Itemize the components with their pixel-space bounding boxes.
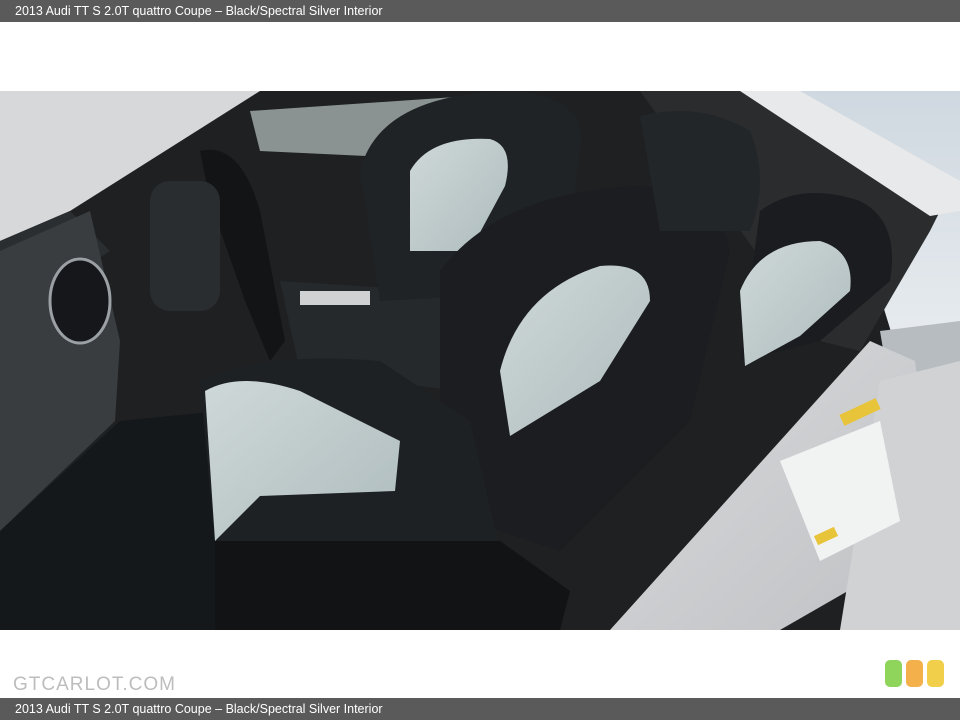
badge-orange-block <box>906 660 923 687</box>
page-title: 2013 Audi TT S 2.0T quattro Coupe – Blac… <box>15 4 383 18</box>
caption-title: 2013 Audi TT S 2.0T quattro Coupe – Blac… <box>15 702 383 716</box>
badge-yellow-block <box>927 660 944 687</box>
rating-badge <box>885 660 945 687</box>
bottom-title-bar: 2013 Audi TT S 2.0T quattro Coupe – Blac… <box>0 698 960 720</box>
site-watermark: GTCARLOT.COM <box>13 674 176 695</box>
top-title-bar: 2013 Audi TT S 2.0T quattro Coupe – Blac… <box>0 0 960 22</box>
car-interior-photo[interactable] <box>0 91 960 630</box>
badge-green-block <box>885 660 902 687</box>
